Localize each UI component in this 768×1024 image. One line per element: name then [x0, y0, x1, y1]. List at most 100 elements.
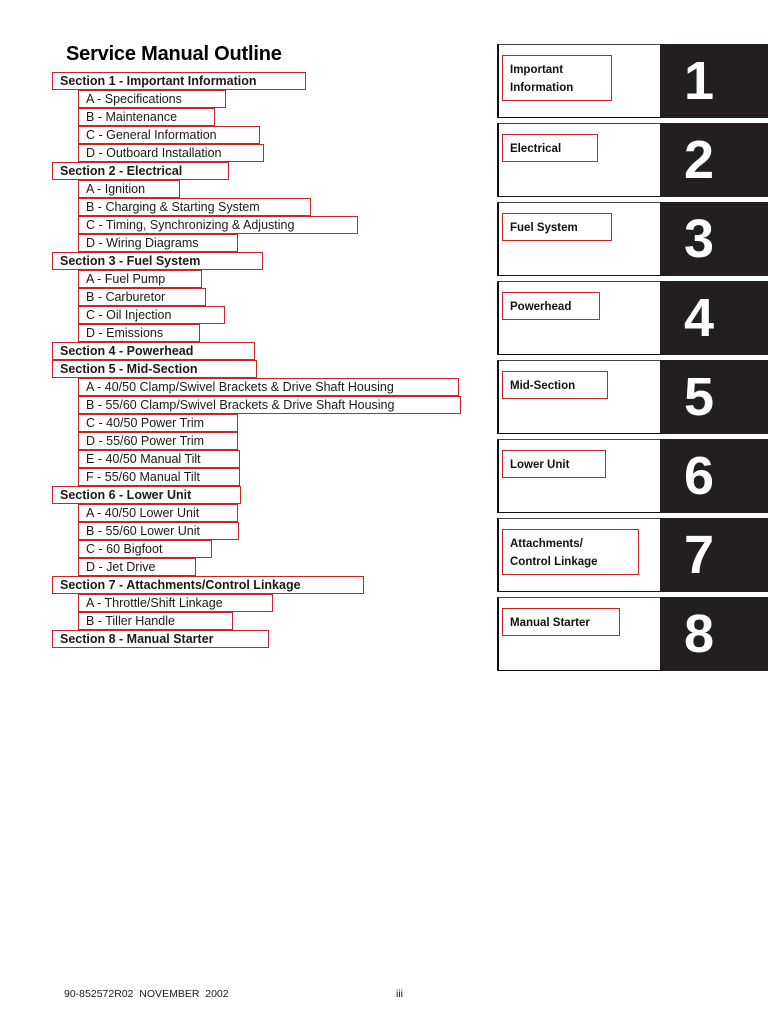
section-tab-label-box[interactable]: Manual Starter	[502, 608, 620, 636]
section-tab-block[interactable]: Important Information 1	[497, 44, 768, 118]
outline-item-row[interactable]: B - Carburetor	[52, 288, 472, 306]
section-tab-number: 8	[684, 604, 715, 664]
outline-section-row[interactable]: Section 2 - Electrical	[52, 162, 472, 180]
outline-section-row[interactable]: Section 8 - Manual Starter	[52, 630, 472, 648]
outline-entry-box[interactable]: A - Ignition	[78, 180, 180, 198]
outline-item-row[interactable]: D - Wiring Diagrams	[52, 234, 472, 252]
outline-section-row[interactable]: Section 7 - Attachments/Control Linkage	[52, 576, 472, 594]
outline-entry-box[interactable]: A - 40/50 Lower Unit	[78, 504, 238, 522]
section-tab-label-box[interactable]: Attachments/ Control Linkage	[502, 529, 639, 575]
section-tab-block[interactable]: Fuel System 3	[497, 202, 768, 276]
outline-entry-box[interactable]: D - Jet Drive	[78, 558, 196, 576]
section-tab-label-box[interactable]: Mid-Section	[502, 371, 608, 399]
section-tab-block[interactable]: Lower Unit 6	[497, 439, 768, 513]
outline-entry-box[interactable]: Section 3 - Fuel System	[52, 252, 263, 270]
outline-item-row[interactable]: A - Ignition	[52, 180, 472, 198]
section-tab-number-box[interactable]: 2	[660, 123, 768, 197]
section-tab-label-box[interactable]: Fuel System	[502, 213, 612, 241]
section-tab-label-box[interactable]: Lower Unit	[502, 450, 606, 478]
outline-item-row[interactable]: B - 55/60 Clamp/Swivel Brackets & Drive …	[52, 396, 472, 414]
outline-entry-box[interactable]: Section 6 - Lower Unit	[52, 486, 241, 504]
outline-entry-box[interactable]: Section 2 - Electrical	[52, 162, 229, 180]
section-tab-label-box[interactable]: Important Information	[502, 55, 612, 101]
outline-entry-box[interactable]: C - Oil Injection	[78, 306, 225, 324]
section-tab-number-box[interactable]: 8	[660, 597, 768, 671]
outline-entry-box[interactable]: D - Emissions	[78, 324, 200, 342]
outline-item-row[interactable]: C - General Information	[52, 126, 472, 144]
section-tab-number: 5	[684, 367, 715, 427]
outline-section-row[interactable]: Section 3 - Fuel System	[52, 252, 472, 270]
outline-item-row[interactable]: B - Maintenance	[52, 108, 472, 126]
outline-item-row[interactable]: E - 40/50 Manual Tilt	[52, 450, 472, 468]
outline-entry-box[interactable]: B - 55/60 Lower Unit	[78, 522, 239, 540]
section-tab-label-box[interactable]: Powerhead	[502, 292, 600, 320]
outline-entry-box[interactable]: B - Charging & Starting System	[78, 198, 311, 216]
outline-item-row[interactable]: C - 60 Bigfoot	[52, 540, 472, 558]
outline-entry-label: D - Emissions	[86, 325, 164, 340]
outline-entry-label: A - Specifications	[86, 91, 182, 106]
section-tab-number-box[interactable]: 7	[660, 518, 768, 592]
outline-entry-box[interactable]: Section 1 - Important Information	[52, 72, 306, 90]
outline-item-row[interactable]: C - Oil Injection	[52, 306, 472, 324]
section-tab-number-box[interactable]: 3	[660, 202, 768, 276]
outline-entry-box[interactable]: A - Fuel Pump	[78, 270, 202, 288]
outline-section-row[interactable]: Section 4 - Powerhead	[52, 342, 472, 360]
outline-entry-box[interactable]: C - Timing, Synchronizing & Adjusting	[78, 216, 358, 234]
page-footer: 90-852572R02 NOVEMBER 2002 iii	[0, 988, 768, 1008]
section-tab-block[interactable]: Attachments/ Control Linkage 7	[497, 518, 768, 592]
outline-entry-box[interactable]: A - Throttle/Shift Linkage	[78, 594, 273, 612]
outline-entry-box[interactable]: Section 5 - Mid-Section	[52, 360, 257, 378]
section-tab-label: Electrical	[510, 143, 562, 155]
outline-entry-box[interactable]: A - Specifications	[78, 90, 226, 108]
outline-item-row[interactable]: A - 40/50 Clamp/Swivel Brackets & Drive …	[52, 378, 472, 396]
outline-entry-label: Section 7 - Attachments/Control Linkage	[60, 577, 301, 592]
outline-entry-box[interactable]: C - General Information	[78, 126, 260, 144]
outline-item-row[interactable]: A - Specifications	[52, 90, 472, 108]
section-tab-block[interactable]: Powerhead 4	[497, 281, 768, 355]
outline-entry-box[interactable]: B - Tiller Handle	[78, 612, 233, 630]
section-tab-block[interactable]: Electrical 2	[497, 123, 768, 197]
outline-item-row[interactable]: C - 40/50 Power Trim	[52, 414, 472, 432]
outline-section-row[interactable]: Section 1 - Important Information	[52, 72, 472, 90]
outline-entry-label: F - 55/60 Manual Tilt	[86, 469, 200, 484]
outline-entry-box[interactable]: C - 60 Bigfoot	[78, 540, 212, 558]
outline-entry-box[interactable]: D - 55/60 Power Trim	[78, 432, 238, 450]
outline-entry-box[interactable]: A - 40/50 Clamp/Swivel Brackets & Drive …	[78, 378, 459, 396]
outline-item-row[interactable]: C - Timing, Synchronizing & Adjusting	[52, 216, 472, 234]
outline-item-row[interactable]: A - 40/50 Lower Unit	[52, 504, 472, 522]
section-tab-number-box[interactable]: 5	[660, 360, 768, 434]
section-tab-number-box[interactable]: 6	[660, 439, 768, 513]
outline-item-row[interactable]: D - 55/60 Power Trim	[52, 432, 472, 450]
outline-entry-label: A - Ignition	[86, 181, 146, 196]
section-tab-number-box[interactable]: 4	[660, 281, 768, 355]
outline-entry-box[interactable]: C - 40/50 Power Trim	[78, 414, 238, 432]
outline-entry-box[interactable]: D - Wiring Diagrams	[78, 234, 238, 252]
outline-item-row[interactable]: D - Outboard Installation	[52, 144, 472, 162]
outline-item-row[interactable]: D - Emissions	[52, 324, 472, 342]
outline-entry-box[interactable]: B - Maintenance	[78, 108, 215, 126]
outline-entry-box[interactable]: B - Carburetor	[78, 288, 206, 306]
outline-item-row[interactable]: A - Throttle/Shift Linkage	[52, 594, 472, 612]
outline-section-row[interactable]: Section 5 - Mid-Section	[52, 360, 472, 378]
outline-entry-box[interactable]: D - Outboard Installation	[78, 144, 264, 162]
section-tab-label-box[interactable]: Electrical	[502, 134, 598, 162]
section-tab-block[interactable]: Mid-Section 5	[497, 360, 768, 434]
section-tab-block[interactable]: Manual Starter 8	[497, 597, 768, 671]
section-tab-number-box[interactable]: 1	[660, 44, 768, 118]
outline-item-row[interactable]: B - Charging & Starting System	[52, 198, 472, 216]
outline-entry-box[interactable]: F - 55/60 Manual Tilt	[78, 468, 240, 486]
outline-entry-box[interactable]: Section 4 - Powerhead	[52, 342, 255, 360]
outline-entry-box[interactable]: Section 7 - Attachments/Control Linkage	[52, 576, 364, 594]
outline-item-row[interactable]: B - 55/60 Lower Unit	[52, 522, 472, 540]
outline-item-row[interactable]: A - Fuel Pump	[52, 270, 472, 288]
outline-entry-box[interactable]: B - 55/60 Clamp/Swivel Brackets & Drive …	[78, 396, 461, 414]
outline-item-row[interactable]: F - 55/60 Manual Tilt	[52, 468, 472, 486]
outline-entry-box[interactable]: E - 40/50 Manual Tilt	[78, 450, 240, 468]
outline-item-row[interactable]: D - Jet Drive	[52, 558, 472, 576]
outline-section-row[interactable]: Section 6 - Lower Unit	[52, 486, 472, 504]
footer-document-code: 90-852572R02 NOVEMBER 2002	[64, 988, 229, 1000]
outline-entry-label: D - Jet Drive	[86, 559, 156, 574]
outline-entry-label: C - General Information	[86, 127, 217, 142]
outline-item-row[interactable]: B - Tiller Handle	[52, 612, 472, 630]
outline-entry-box[interactable]: Section 8 - Manual Starter	[52, 630, 269, 648]
